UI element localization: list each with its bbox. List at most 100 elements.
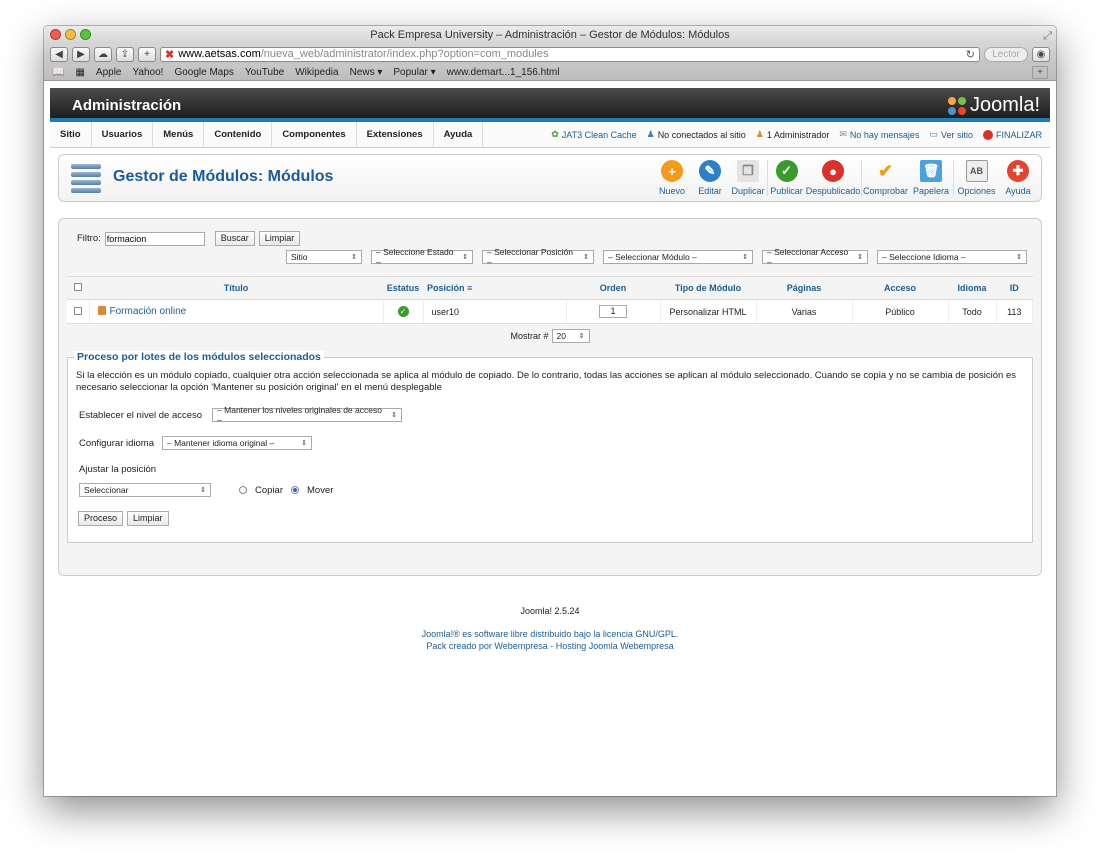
order-header[interactable]: Orden <box>566 276 660 300</box>
position-select[interactable]: – Seleccionar Posición – ⇕ <box>482 247 594 267</box>
content-area: Gestor de Módulos: Módulos + Nuevo ✎ Edita… <box>58 154 1042 652</box>
duplicate-button[interactable]: ❐ Duplicar <box>729 160 767 196</box>
downloads-button[interactable]: ◉ <box>1032 46 1050 62</box>
copy-radio[interactable] <box>239 486 247 494</box>
pages-header[interactable]: Páginas <box>756 276 852 300</box>
new-button[interactable]: + Nuevo <box>653 160 691 196</box>
bookmark-apple[interactable]: Apple <box>96 67 122 78</box>
edit-icon: ✎ <box>699 160 721 182</box>
access-header[interactable]: Acceso <box>852 276 948 300</box>
row-language: Todo <box>948 299 997 324</box>
bookmark-google-maps[interactable]: Google Maps <box>174 67 233 78</box>
messages-link[interactable]: ✉ No hay mensajes <box>839 129 919 140</box>
position-header[interactable]: Posición ≡ <box>423 276 566 300</box>
select-arrows-icon: ⇕ <box>583 254 589 261</box>
menu-sitio[interactable]: Sitio <box>50 121 92 148</box>
checkin-button[interactable]: ✔ Comprobar <box>861 160 909 196</box>
unpublish-button[interactable]: ● Despublicado <box>805 160 861 196</box>
published-icon[interactable]: ✓ <box>397 306 409 317</box>
license-link[interactable]: Joomla!® es software libre distribuido b… <box>58 628 1042 640</box>
batch-position-select[interactable]: Seleccionar ⇕ <box>79 483 211 497</box>
minimize-window-button[interactable] <box>65 29 76 40</box>
batch-process-fieldset: Proceso por lotes de los módulos selecci… <box>67 351 1033 543</box>
menu-ayuda[interactable]: Ayuda <box>434 121 484 148</box>
module-manager-icon <box>71 164 101 194</box>
menu-menus[interactable]: Menús <box>153 121 205 148</box>
menu-usuarios[interactable]: Usuarios <box>92 121 154 148</box>
batch-position-row: Seleccionar ⇕ Copiar Mover <box>79 483 1024 497</box>
bookmark-yahoo[interactable]: Yahoo! <box>132 67 163 78</box>
id-header[interactable]: ID <box>996 276 1033 300</box>
reader-button[interactable]: Lector <box>984 46 1028 62</box>
reading-list-icon[interactable]: 📖 <box>52 67 64 78</box>
admin-user-icon: ♟ <box>755 129 764 139</box>
select-arrows-icon: ⇕ <box>742 254 748 261</box>
search-button[interactable]: Buscar <box>214 231 255 246</box>
help-button[interactable]: ✚ Ayuda <box>999 160 1037 196</box>
lock-icon[interactable] <box>97 306 106 315</box>
forward-button[interactable]: ▶ <box>72 46 90 62</box>
trash-button[interactable]: 🗑 Papelera <box>909 160 953 196</box>
bookmark-news[interactable]: News ▾ <box>350 67 383 78</box>
select-all-checkbox[interactable] <box>74 283 82 291</box>
fullscreen-icon[interactable]: ⤢ <box>1043 27 1052 45</box>
state-select[interactable]: – Seleccione Estado – ⇕ <box>371 247 473 267</box>
batch-access-select[interactable]: – Mantener los niveles originales de acc… <box>212 405 403 425</box>
back-button[interactable]: ◀ <box>50 46 68 62</box>
row-access: Público <box>852 299 949 324</box>
clear-filter-button[interactable]: Limpiar <box>258 231 301 246</box>
limit-select[interactable]: 20 ⇕ <box>551 329 590 343</box>
bookmark-demart[interactable]: www.demart...1_156.html <box>447 67 560 78</box>
batch-clear-button[interactable]: Limpiar <box>127 511 169 526</box>
admin-header: Administración Joomla! <box>50 88 1050 122</box>
bookmarks-bar: 📖 ▦ Apple Yahoo! Google Maps YouTube Wik… <box>44 64 1056 81</box>
view-site-link[interactable]: ▭ Ver sitio <box>929 129 973 140</box>
add-bookmark-button[interactable]: + <box>138 46 156 62</box>
zoom-window-button[interactable] <box>80 29 91 40</box>
menu-contenido[interactable]: Contenido <box>204 121 273 148</box>
order-input[interactable]: 1 <box>599 305 627 318</box>
share-button[interactable]: ⇪ <box>116 46 134 62</box>
options-button[interactable]: AB Opciones <box>953 160 999 196</box>
window-titlebar: Pack Empresa University – Administración… <box>44 26 1056 44</box>
bookmark-popular[interactable]: Popular ▾ <box>393 67 435 78</box>
batch-position-label: Ajustar la posición <box>79 464 157 475</box>
status-header[interactable]: Estatus <box>383 276 423 300</box>
language-select[interactable]: – Seleccione Idioma – ⇕ <box>877 250 1027 264</box>
options-icon: AB <box>965 160 988 182</box>
type-header[interactable]: Tipo de Módulo <box>660 276 756 300</box>
reload-icon[interactable]: ↻ <box>966 48 975 61</box>
menu-extensiones[interactable]: Extensiones <box>357 121 434 148</box>
module-title-link[interactable]: Formación online <box>110 306 187 317</box>
title-header[interactable]: Título <box>89 276 383 300</box>
row-position: user10 <box>423 299 567 324</box>
publish-button[interactable]: ✓ Publicar <box>767 160 805 196</box>
batch-buttons: Proceso Limpiar <box>78 511 1024 526</box>
credit-link[interactable]: Pack creado por Webempresa - Hosting Joo… <box>58 640 1042 652</box>
batch-language-select[interactable]: – Mantener idioma original – ⇕ <box>161 436 312 450</box>
row-checkbox[interactable] <box>73 306 82 315</box>
close-window-button[interactable] <box>50 29 61 40</box>
site-select[interactable]: Sitio ⇕ <box>286 250 362 264</box>
move-radio[interactable] <box>291 486 299 494</box>
clean-cache-link[interactable]: ✿ JAT3 Clean Cache <box>551 129 636 140</box>
filter-search-input[interactable] <box>104 231 205 246</box>
edit-button[interactable]: ✎ Editar <box>691 160 729 196</box>
bookmark-youtube[interactable]: YouTube <box>245 67 284 78</box>
menu-componentes[interactable]: Componentes <box>272 121 357 148</box>
top-sites-icon[interactable]: ▦ <box>75 67 84 78</box>
icloud-button[interactable]: ☁ <box>94 46 112 62</box>
new-tab-button[interactable]: + <box>1032 65 1048 79</box>
address-bar[interactable]: ✖ www.aetsas.com/nueva_web/administrator… <box>160 46 980 62</box>
batch-access-row: Establecer el nivel de acceso – Mantener… <box>79 405 1024 425</box>
select-arrows-icon: ⇕ <box>200 487 206 494</box>
page-footer: Joomla! 2.5.24 Joomla!® es software libr… <box>58 606 1042 652</box>
module-select[interactable]: – Seleccionar Módulo – ⇕ <box>603 250 753 264</box>
bookmark-wikipedia[interactable]: Wikipedia <box>295 67 338 78</box>
help-icon: ✚ <box>1007 160 1029 182</box>
process-button[interactable]: Proceso <box>78 511 124 526</box>
access-select[interactable]: – Seleccionar Acceso – ⇕ <box>762 247 868 267</box>
language-header[interactable]: Idioma <box>948 276 996 300</box>
checkin-icon: ✔ <box>877 160 894 181</box>
logout-link[interactable]: FINALIZAR <box>982 129 1042 140</box>
